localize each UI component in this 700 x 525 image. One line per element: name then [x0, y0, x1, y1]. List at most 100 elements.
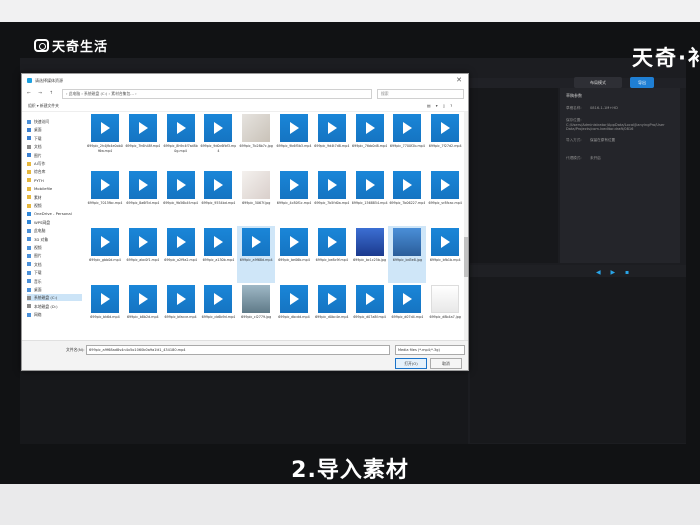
sidebar-item[interactable]: 图片: [27, 152, 82, 159]
file-item[interactable]: 699pic_bk6d.mp4: [86, 283, 124, 340]
filename-label: 文件名(N):: [66, 347, 85, 352]
folder-icon: [27, 136, 31, 141]
close-icon[interactable]: ✕: [456, 74, 462, 87]
file-item[interactable]: 699pic_5067f.jpg: [237, 169, 275, 226]
sidebar-item[interactable]: 网络: [27, 311, 82, 318]
sidebar-item-label: 图片: [34, 253, 42, 259]
file-name: 699pic_be06b.mp4: [278, 258, 310, 262]
file-name: 699pic_bk6d.mp4: [90, 315, 120, 319]
file-item[interactable]: 699pic_bfb1b.mp4: [426, 226, 464, 283]
file-name: 699pic_2h4jfb4e0ob0f6w.mp4: [87, 144, 123, 153]
file-item[interactable]: 699pic_gbb0d.mp4: [86, 226, 124, 283]
folder-icon: [27, 295, 31, 300]
sidebar-item[interactable]: 系统磁盘 (C:): [27, 294, 82, 302]
sidebar-item[interactable]: 下载: [27, 269, 82, 276]
file-item[interactable]: 699pic_9d4t7d8.mp4: [313, 112, 351, 169]
file-item[interactable]: 699pic_7tbb0d8.mp4: [351, 112, 389, 169]
file-item[interactable]: 699pic_9b6f5b3.mp4: [275, 112, 313, 169]
sidebar-item[interactable]: 视频: [27, 244, 82, 251]
file-item[interactable]: 699pic_7b28b7c.jpg: [237, 112, 275, 169]
sidebar-item[interactable]: Mobilefile: [27, 185, 82, 192]
folder-icon: [27, 262, 31, 267]
property-row: 导入方式: 保留在原有位置: [566, 138, 616, 142]
sidebar-item[interactable]: 文档: [27, 261, 82, 268]
file-item[interactable]: 699pic_7700f2b.mp4: [388, 112, 426, 169]
sidebar-item[interactable]: PYTH: [27, 177, 82, 184]
sidebar-item[interactable]: 视频: [27, 202, 82, 209]
file-item[interactable]: 699pic_d07d4.mp4: [388, 283, 426, 340]
image-thumbnail: [393, 228, 422, 256]
property-row: 草稿名称: 0816-1-1M+HD: [566, 106, 618, 110]
sidebar-item[interactable]: 3D 对象: [27, 236, 82, 243]
folder-icon: [27, 253, 31, 258]
file-item[interactable]: 699pic_d8b4a7.jpg: [426, 283, 464, 340]
file-item[interactable]: 699pic_8a6f5d.mp4: [124, 169, 162, 226]
dialog-title: 请选择媒体资源: [35, 78, 63, 83]
file-item[interactable]: 699pic_a2f9a2.mp4: [162, 226, 200, 283]
open-button[interactable]: 打开(O): [395, 358, 427, 369]
sidebar-item[interactable]: WPS网盘: [27, 219, 82, 226]
sidebar-item[interactable]: 文档: [27, 143, 82, 150]
file-item[interactable]: 699pic_d0bc4e.mp4: [313, 283, 351, 340]
file-item[interactable]: 699pic_4c80f1c.mp4: [275, 169, 313, 226]
sidebar-item-label: Mobilefile: [34, 186, 53, 192]
video-file-icon: [393, 114, 422, 142]
file-grid: 699pic_2h4jfb4e0ob0f6w.mp4 699pic_7h6h48f…: [86, 112, 464, 370]
timeline-controls[interactable]: ◀ ▶ ▪: [596, 269, 633, 276]
scrollbar[interactable]: [464, 112, 468, 340]
export-button[interactable]: 导出: [630, 77, 654, 88]
file-item[interactable]: 699pic_vr8fcac.mp4: [426, 169, 464, 226]
view-options-icon[interactable]: ▤ ▾ ▯ ?: [427, 101, 454, 111]
file-item[interactable]: 699pic_8h9c4f7sd8b0g.mp4: [162, 112, 200, 169]
file-item[interactable]: 699pic_1568854.mp4: [351, 169, 389, 226]
search-input[interactable]: 搜索: [377, 89, 464, 99]
file-item[interactable]: 699pic_a9f68d.mp4: [237, 226, 276, 283]
scrollbar-thumb[interactable]: [464, 237, 468, 277]
organize-menu[interactable]: 组织 ▾ 新建文件夹: [28, 101, 59, 111]
sidebar-item[interactable]: 此电脑: [27, 227, 82, 234]
cancel-button[interactable]: 取消: [430, 358, 462, 369]
file-item[interactable]: 699pic_9b56b4f.mp4: [162, 169, 200, 226]
path-field[interactable]: › 此电脑 › 系统磁盘 (C:) › 素材合集包... ›: [62, 89, 372, 99]
sidebar-item[interactable]: 图片: [27, 252, 82, 259]
video-file-icon: [355, 114, 384, 142]
sidebar-item[interactable]: 桌面: [27, 286, 82, 293]
file-item[interactable]: 699pic_a130b.mp4: [199, 226, 237, 283]
caption-text: 2.导入素材: [291, 458, 409, 483]
file-item[interactable]: 699pic_7f27d2.mp4: [426, 112, 464, 169]
file-item[interactable]: 699pic_dbcdd.mp4: [275, 283, 313, 340]
layout-button[interactable]: 布局模式: [574, 77, 622, 88]
file-item[interactable]: 699pic_cb6b9d.mp4: [199, 283, 237, 340]
sidebar-item[interactable]: 素材: [27, 194, 82, 201]
filename-input[interactable]: 699pic_a9f68ad8v4n4x5o1060b0a9a1tt1_4341…: [86, 345, 390, 355]
file-item[interactable]: 699pic_be06b.mp4: [275, 226, 313, 283]
file-name: 699pic_7b06227.mp4: [389, 201, 426, 205]
sidebar-item[interactable]: 音乐: [27, 278, 82, 285]
file-item[interactable]: 699pic_bd5e8.jpg: [388, 226, 427, 283]
filetype-select[interactable]: Media files (*.mp4;*.3g): [395, 345, 465, 355]
file-item[interactable]: 699pic_b8b2d.mp4: [124, 283, 162, 340]
file-item[interactable]: 699pic_be8c9f.mp4: [313, 226, 351, 283]
file-item[interactable]: 699pic_7015fbc.mp4: [86, 169, 124, 226]
image-thumbnail: [355, 228, 384, 256]
file-item[interactable]: 699pic_7b06227.mp4: [388, 169, 426, 226]
file-item[interactable]: 699pic_d07a8f.mp4: [351, 283, 389, 340]
sidebar-item[interactable]: AI写作: [27, 160, 82, 167]
sidebar-item[interactable]: 本地磁盘 (D:): [27, 303, 82, 310]
sidebar-item[interactable]: 下载: [27, 135, 82, 142]
file-item[interactable]: 699pic_cl2779.jpg: [237, 283, 275, 340]
sidebar-item[interactable]: 桌面: [27, 126, 82, 133]
file-item[interactable]: 699pic_7h6h48f.mp4: [124, 112, 162, 169]
file-item[interactable]: 699pic_2h4jfb4e0ob0f6w.mp4: [86, 112, 124, 169]
file-item[interactable]: 699pic_7b5fd0a.mp4: [313, 169, 351, 226]
sidebar-item[interactable]: 快速访问: [27, 118, 82, 125]
file-item[interactable]: 699pic_9554bd.mp4: [199, 169, 237, 226]
file-item[interactable]: 699pic_9d0c6fbf3.mp4: [199, 112, 237, 169]
file-item[interactable]: 699pic_bfacce.mp4: [162, 283, 200, 340]
nav-arrows-icon[interactable]: ← → ↑: [27, 91, 56, 96]
file-item[interactable]: 699pic_bc1c25b.jpg: [351, 226, 389, 283]
file-item[interactable]: 699pic_abc0f1.mp4: [124, 226, 162, 283]
file-name: 699pic_8a6f5d.mp4: [126, 201, 160, 205]
sidebar-item[interactable]: 综合库: [27, 168, 82, 175]
sidebar-item[interactable]: OneDrive - Personal: [27, 210, 82, 217]
